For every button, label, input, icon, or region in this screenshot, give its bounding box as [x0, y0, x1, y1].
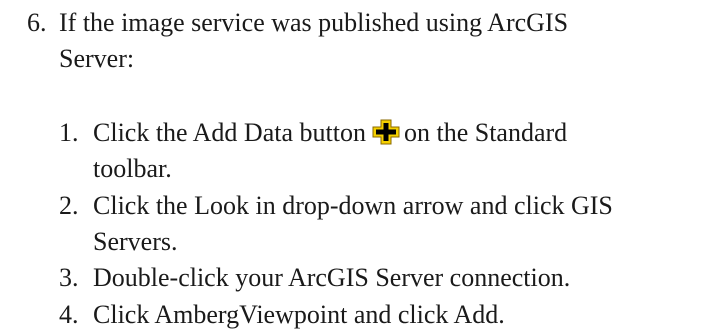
- substep-text-before-icon: Click the Add Data button: [93, 118, 366, 147]
- substep-text-line-1: Double-click your ArcGIS Server connecti…: [93, 263, 571, 292]
- substep-number: 4.: [59, 300, 79, 329]
- substep-text: Click the Look in drop-down arrow and cl…: [93, 188, 693, 260]
- substep-text-line-1: Click AmbergViewpoint and click Add.: [93, 300, 505, 329]
- substep-number: 3.: [59, 263, 79, 292]
- substep-text: Click the Add Data button on the Standar…: [93, 115, 693, 187]
- step-text: If the image service was published using…: [59, 5, 659, 77]
- substep-text-line-2: toolbar.: [93, 154, 172, 183]
- substep-text-after-icon: on the Standard: [403, 118, 568, 147]
- substep-text-line-2: Servers.: [93, 227, 178, 256]
- step-number: 6.: [27, 8, 47, 37]
- substep-text-line-1: Click the Look in drop-down arrow and cl…: [93, 191, 613, 220]
- substep-number: 2.: [59, 191, 79, 220]
- instruction-document: 6. If the image service was published us…: [0, 0, 707, 335]
- substep-text: Double-click your ArcGIS Server connecti…: [93, 260, 693, 296]
- substep-text: Click AmbergViewpoint and click Add.: [93, 297, 693, 333]
- substep-number: 1.: [59, 118, 79, 147]
- add-data-icon: [372, 119, 400, 145]
- step-text-line-2: Server:: [59, 44, 135, 73]
- step-text-line-1: If the image service was published using…: [59, 8, 569, 37]
